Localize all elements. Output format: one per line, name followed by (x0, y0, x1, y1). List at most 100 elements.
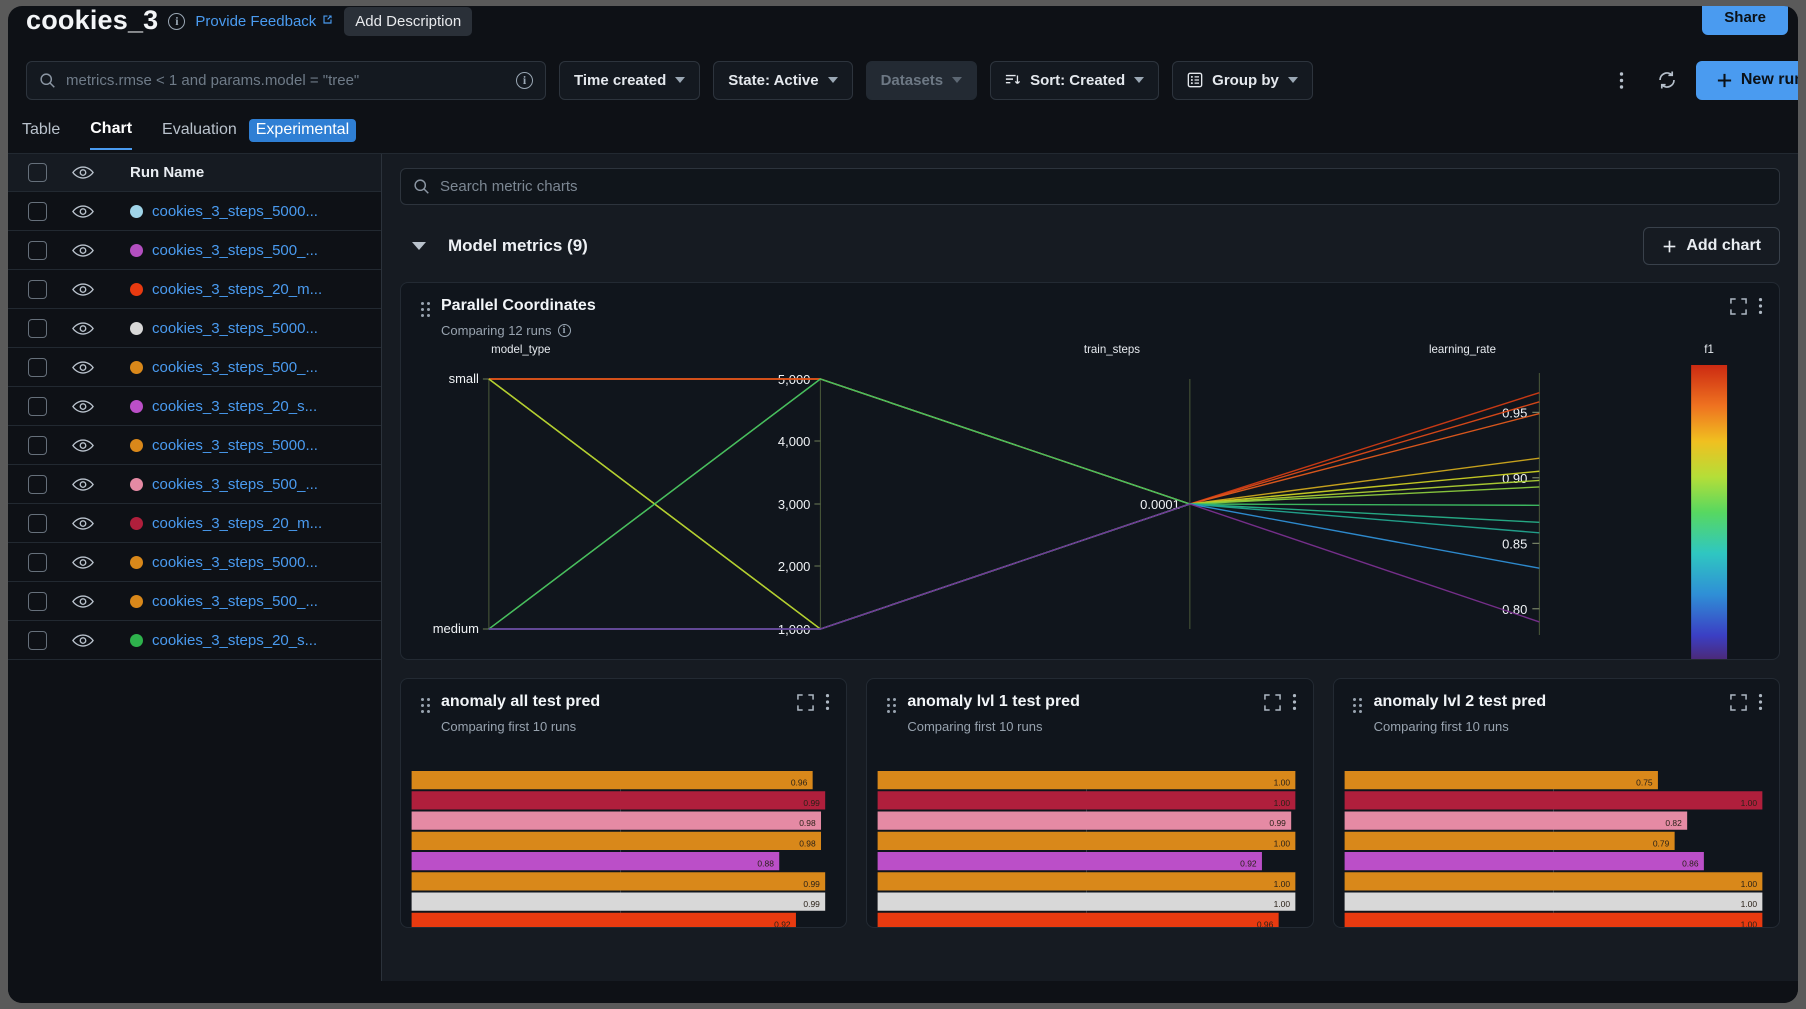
fullscreen-icon[interactable] (1730, 694, 1747, 711)
run-name-link[interactable]: cookies_3_steps_500_... (152, 593, 318, 610)
run-name-link[interactable]: cookies_3_steps_500_... (152, 359, 318, 376)
anomaly-all-header: anomaly all test pred (401, 679, 846, 713)
run-row[interactable]: cookies_3_steps_20_m... (8, 504, 381, 543)
subtitle-info-icon[interactable]: i (557, 324, 571, 337)
fullscreen-icon[interactable] (1730, 298, 1747, 315)
filter-datasets[interactable]: Datasets (865, 60, 978, 100)
run-row[interactable]: cookies_3_steps_5000... (8, 426, 381, 465)
filter-state[interactable]: State: Active (713, 60, 853, 100)
chart-menu-icon[interactable] (1292, 693, 1297, 711)
anomaly-lvl1-test-pred-card: anomaly lvl 1 test pred Comparing first … (866, 678, 1314, 928)
drag-handle-icon[interactable] (419, 300, 432, 317)
run-visibility-icon[interactable] (72, 243, 98, 258)
filter-time-created[interactable]: Time created (559, 60, 701, 100)
chart-menu-icon[interactable] (1758, 693, 1763, 711)
run-row[interactable]: cookies_3_steps_500_... (8, 348, 381, 387)
run-select-checkbox[interactable] (28, 357, 47, 377)
run-row[interactable]: cookies_3_steps_20_s... (8, 387, 381, 426)
svg-text:1.00: 1.00 (1274, 900, 1291, 909)
run-row[interactable]: cookies_3_steps_5000... (8, 192, 381, 231)
run-visibility-icon[interactable] (72, 399, 98, 414)
run-row[interactable]: cookies_3_steps_5000... (8, 309, 381, 348)
fullscreen-icon[interactable] (1263, 694, 1281, 711)
run-visibility-icon[interactable] (72, 282, 98, 297)
run-name-column-header: Run Name (130, 164, 205, 181)
run-row[interactable]: cookies_3_steps_20_m... (8, 270, 381, 309)
run-visibility-icon[interactable] (72, 438, 98, 453)
parallel-coordinates-plot: model_type train_steps learning_rate f1 smal… (433, 344, 1728, 659)
chart-menu-icon[interactable] (825, 693, 830, 711)
run-select-checkbox[interactable] (28, 396, 47, 416)
run-row[interactable]: cookies_3_steps_5000... (8, 543, 381, 582)
chevron-down-icon[interactable] (412, 242, 426, 250)
run-select-checkbox[interactable] (28, 630, 47, 650)
search-icon (39, 72, 56, 89)
filter-group-by[interactable]: Group by (1172, 60, 1313, 100)
run-select-checkbox[interactable] (28, 318, 47, 338)
drag-handle-icon[interactable] (1352, 696, 1365, 713)
new-run-button[interactable]: New run (1695, 60, 1798, 100)
run-select-checkbox[interactable] (28, 279, 47, 299)
search-info-icon[interactable]: i (516, 71, 533, 89)
provide-feedback-link[interactable]: Provide Feedback (195, 13, 334, 30)
run-select-checkbox[interactable] (28, 474, 47, 494)
tab-chart[interactable]: Chart (90, 120, 133, 150)
run-visibility-icon[interactable] (72, 360, 98, 375)
run-select-checkbox[interactable] (28, 591, 47, 611)
tab-table[interactable]: Table (22, 121, 60, 149)
add-chart-button[interactable]: Add chart (1643, 227, 1780, 265)
run-select-checkbox[interactable] (28, 240, 47, 260)
search-box[interactable]: i (26, 60, 546, 100)
title-info-icon[interactable]: i (168, 12, 186, 30)
run-visibility-icon[interactable] (72, 555, 98, 570)
run-row[interactable]: cookies_3_steps_500_... (8, 582, 381, 621)
run-name-link[interactable]: cookies_3_steps_5000... (152, 203, 318, 220)
run-row[interactable]: cookies_3_steps_500_... (8, 465, 381, 504)
drag-handle-icon[interactable] (885, 696, 898, 713)
run-name-link[interactable]: cookies_3_steps_20_m... (152, 515, 322, 532)
run-select-checkbox[interactable] (28, 513, 47, 533)
more-options-button[interactable] (1606, 64, 1638, 96)
run-color-dot (130, 360, 143, 374)
metric-search-box[interactable] (400, 168, 1780, 205)
run-select-checkbox[interactable] (28, 201, 47, 221)
search-input[interactable] (66, 71, 506, 89)
metric-search-input[interactable] (440, 178, 1767, 195)
run-name-link[interactable]: cookies_3_steps_20_s... (152, 398, 317, 415)
title-bar: cookies_3 i Provide Feedback Add Descrip… (8, 6, 1798, 44)
visibility-all-icon[interactable] (72, 165, 98, 180)
svg-text:4,000: 4,000 (778, 434, 810, 449)
run-name-link[interactable]: cookies_3_steps_5000... (152, 437, 318, 454)
fullscreen-icon[interactable] (797, 694, 815, 711)
run-select-checkbox[interactable] (28, 435, 47, 455)
run-row[interactable]: cookies_3_steps_20_s... (8, 621, 381, 660)
share-button[interactable]: Share (1702, 6, 1788, 35)
anomaly-lvl1-subtitle: Comparing first 10 runs (907, 719, 1043, 734)
run-color-dot (130, 516, 143, 530)
filter-state-label: State: Active (728, 71, 819, 89)
tab-evaluation[interactable]: Evaluation (162, 121, 237, 149)
run-name-link[interactable]: cookies_3_steps_500_... (152, 242, 318, 259)
run-visibility-icon[interactable] (72, 633, 98, 648)
run-name-link[interactable]: cookies_3_steps_5000... (152, 320, 318, 337)
run-visibility-icon[interactable] (72, 321, 98, 336)
run-name-link[interactable]: cookies_3_steps_5000... (152, 554, 318, 571)
run-select-checkbox[interactable] (28, 552, 47, 572)
add-description-button[interactable]: Add Description (344, 6, 473, 36)
select-all-checkbox[interactable] (28, 163, 47, 182)
run-name-link[interactable]: cookies_3_steps_20_s... (152, 632, 317, 649)
run-visibility-icon[interactable] (72, 477, 98, 492)
filter-sort[interactable]: Sort: Created (990, 60, 1160, 100)
run-visibility-icon[interactable] (72, 204, 98, 219)
refresh-button[interactable] (1651, 64, 1683, 96)
search-icon (413, 178, 430, 195)
run-name-link[interactable]: cookies_3_steps_20_m... (152, 281, 322, 298)
tab-experimental[interactable]: Experimental (248, 119, 357, 142)
anomaly-lvl1-title: anomaly lvl 1 test pred (907, 693, 1080, 710)
chart-menu-icon[interactable] (1758, 297, 1763, 315)
run-visibility-icon[interactable] (72, 516, 98, 531)
drag-handle-icon[interactable] (419, 696, 432, 713)
run-row[interactable]: cookies_3_steps_500_... (8, 231, 381, 270)
run-name-link[interactable]: cookies_3_steps_500_... (152, 476, 318, 493)
run-visibility-icon[interactable] (72, 594, 98, 609)
